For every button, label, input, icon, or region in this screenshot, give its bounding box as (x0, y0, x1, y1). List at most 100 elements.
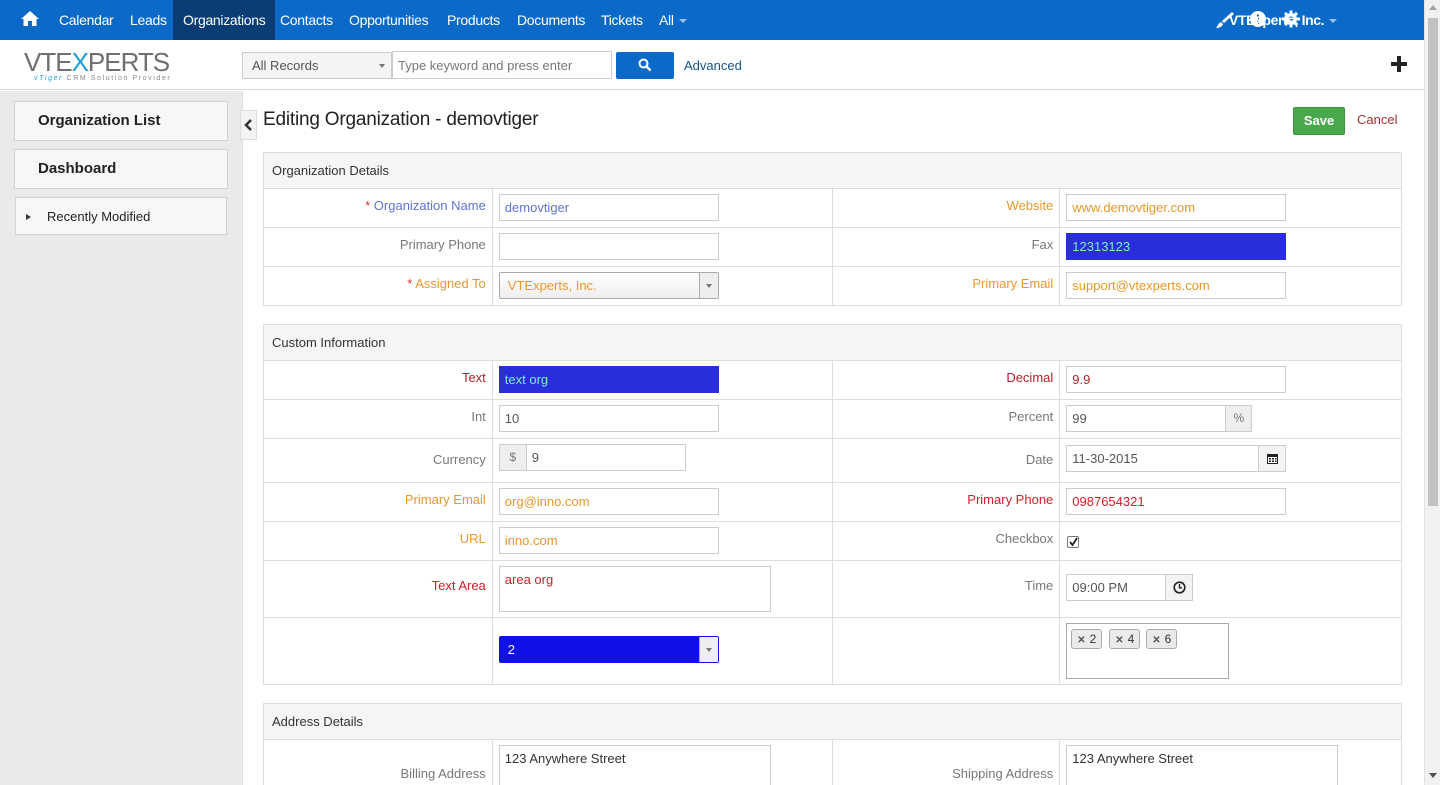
percent-input[interactable]: 99 (1066, 405, 1227, 432)
multiselect-label: Multi Select (986, 641, 1054, 656)
close-icon[interactable]: ✕ (1115, 635, 1123, 646)
billing-address-input[interactable]: 123 Anywhere Street (498, 745, 771, 785)
nav-opportunities[interactable]: Opportunities (349, 0, 429, 40)
scroll-up-arrow-icon[interactable] (1429, 5, 1437, 10)
chevron-down-icon (698, 273, 718, 298)
nav-organizations[interactable]: Organizations (173, 0, 276, 40)
custom-phone-label: Primary Phone (967, 492, 1054, 507)
nav-all-menu[interactable]: All (659, 0, 687, 40)
textarea-input[interactable]: area org (498, 566, 771, 612)
section-header: Address Details (263, 703, 1402, 740)
text-label: Text (461, 370, 486, 385)
save-button[interactable]: Save (1293, 107, 1345, 135)
nav-leads[interactable]: Leads (130, 0, 167, 40)
custom-email-label: Primary Email (404, 492, 486, 507)
section-header: Organization Details (263, 152, 1402, 189)
collapse-sidebar-button[interactable] (240, 110, 257, 140)
currency-label: Currency (433, 452, 486, 467)
nav-contacts[interactable]: Contacts (280, 0, 333, 40)
billing-address-label: Billing Address (400, 766, 486, 781)
multiselect-tag[interactable]: ✕ 4 (1109, 629, 1141, 649)
text-input[interactable]: text org (498, 366, 719, 393)
time-picker-button[interactable] (1165, 574, 1194, 601)
calendar-icon (1267, 454, 1279, 464)
home-icon[interactable] (20, 9, 40, 29)
date-input[interactable]: 11-30-2015 (1066, 445, 1260, 472)
percent-addon: % (1225, 405, 1253, 432)
int-label: Int (471, 409, 486, 424)
date-picker-button[interactable] (1258, 445, 1287, 472)
sidebar (0, 91, 243, 785)
assigned-to-select[interactable]: VTExperts, Inc. (498, 272, 719, 299)
sidebar-recently-modified[interactable]: Recently Modified (15, 197, 227, 235)
multiselect-box[interactable]: ✕ 2 ✕ 4 ✕ 6 (1066, 623, 1230, 679)
page-scrollbar[interactable] (1424, 0, 1440, 785)
advanced-search-link[interactable]: Advanced (684, 58, 742, 73)
url-input[interactable]: inno.com (498, 527, 719, 554)
shipping-address-input[interactable]: 123 Anywhere Street (1066, 745, 1339, 785)
search-input[interactable] (392, 51, 612, 79)
record-filter-select[interactable]: All Records (242, 52, 392, 79)
date-label: Date (1025, 452, 1054, 467)
shipping-address-label: Shipping Address (952, 766, 1054, 781)
scroll-down-arrow-icon[interactable] (1429, 773, 1437, 778)
checkbox-label: Checkbox (995, 531, 1054, 546)
textarea-label: Text Area (431, 578, 486, 593)
nav-calendar[interactable]: Calendar (59, 0, 114, 40)
primary-email-input[interactable]: support@vtexperts.com (1066, 272, 1287, 299)
field-label: * Organization Name (263, 188, 493, 228)
page-title: Editing Organization - demovtiger (263, 109, 539, 130)
scrollbar-thumb[interactable] (1428, 18, 1438, 506)
organization-name-label: Organization Name (373, 198, 486, 213)
time-input[interactable]: 09:00 PM (1066, 574, 1167, 601)
logo-wordmark: VTEXPERTS (24, 47, 170, 77)
picklist-select[interactable]: 2 (498, 636, 719, 663)
search-button[interactable] (616, 52, 674, 79)
caret-right-icon (26, 214, 31, 220)
nav-tickets[interactable]: Tickets (601, 0, 643, 40)
required-marker: * (407, 276, 413, 291)
checkbox-input[interactable] (1067, 536, 1080, 548)
recently-modified-label: Recently Modified (47, 209, 151, 224)
multiselect-tag[interactable]: ✕ 2 (1071, 629, 1103, 649)
primary-phone-label: Primary Phone (399, 237, 486, 252)
fax-input[interactable]: 12313123 (1066, 233, 1287, 260)
currency-symbol: $ (498, 444, 527, 471)
logo-tagline: vTiger CRM Solution Provider (34, 75, 172, 82)
plus-icon[interactable] (1389, 54, 1409, 74)
int-input[interactable]: 10 (498, 405, 719, 432)
nav-all-label: All (659, 12, 674, 28)
record-filter-value: All Records (252, 58, 319, 73)
sidebar-item-organization-list[interactable]: Organization List (14, 101, 228, 141)
multiselect-tag[interactable]: ✕ 6 (1146, 629, 1178, 649)
nav-documents[interactable]: Documents (517, 0, 585, 40)
organization-name-input[interactable]: demovtiger (498, 194, 719, 221)
organization-details-block: Organization Details * Organization Name… (263, 152, 1402, 306)
percent-label: Percent (1008, 409, 1054, 424)
primary-email-label: Primary Email (972, 276, 1054, 291)
custom-email-input[interactable]: org@inno.com (498, 488, 719, 515)
user-menu[interactable]: VTExperts, Inc. (1229, 0, 1338, 40)
nav-products[interactable]: Products (447, 0, 500, 40)
clock-icon (1173, 581, 1186, 594)
decimal-label: Decimal (1006, 370, 1054, 385)
primary-phone-input[interactable] (498, 233, 719, 260)
fax-label: Fax (1031, 237, 1054, 252)
chevron-left-icon (244, 119, 252, 131)
decimal-input[interactable]: 9.9 (1066, 366, 1287, 393)
chevron-down-icon (379, 64, 385, 68)
custom-information-block: Custom Information Text text org Decimal… (263, 324, 1402, 685)
url-label: URL (459, 531, 486, 546)
section-header: Custom Information (263, 324, 1402, 361)
website-label: Website (1006, 198, 1054, 213)
sidebar-item-dashboard[interactable]: Dashboard (14, 149, 228, 189)
vtexperts-logo[interactable]: VTEXPERTS vTiger CRM Solution Provider (24, 48, 180, 84)
top-navigation-bar: Calendar Leads Organizations Contacts Op… (0, 0, 1424, 40)
custom-phone-input[interactable]: 0987654321 (1066, 488, 1287, 515)
cancel-link[interactable]: Cancel (1357, 112, 1397, 127)
website-input[interactable]: www.demovtiger.com (1066, 194, 1287, 221)
currency-input[interactable]: 9 (525, 444, 686, 471)
close-icon[interactable]: ✕ (1077, 635, 1085, 646)
chevron-down-icon (678, 19, 687, 24)
close-icon[interactable]: ✕ (1152, 635, 1160, 646)
